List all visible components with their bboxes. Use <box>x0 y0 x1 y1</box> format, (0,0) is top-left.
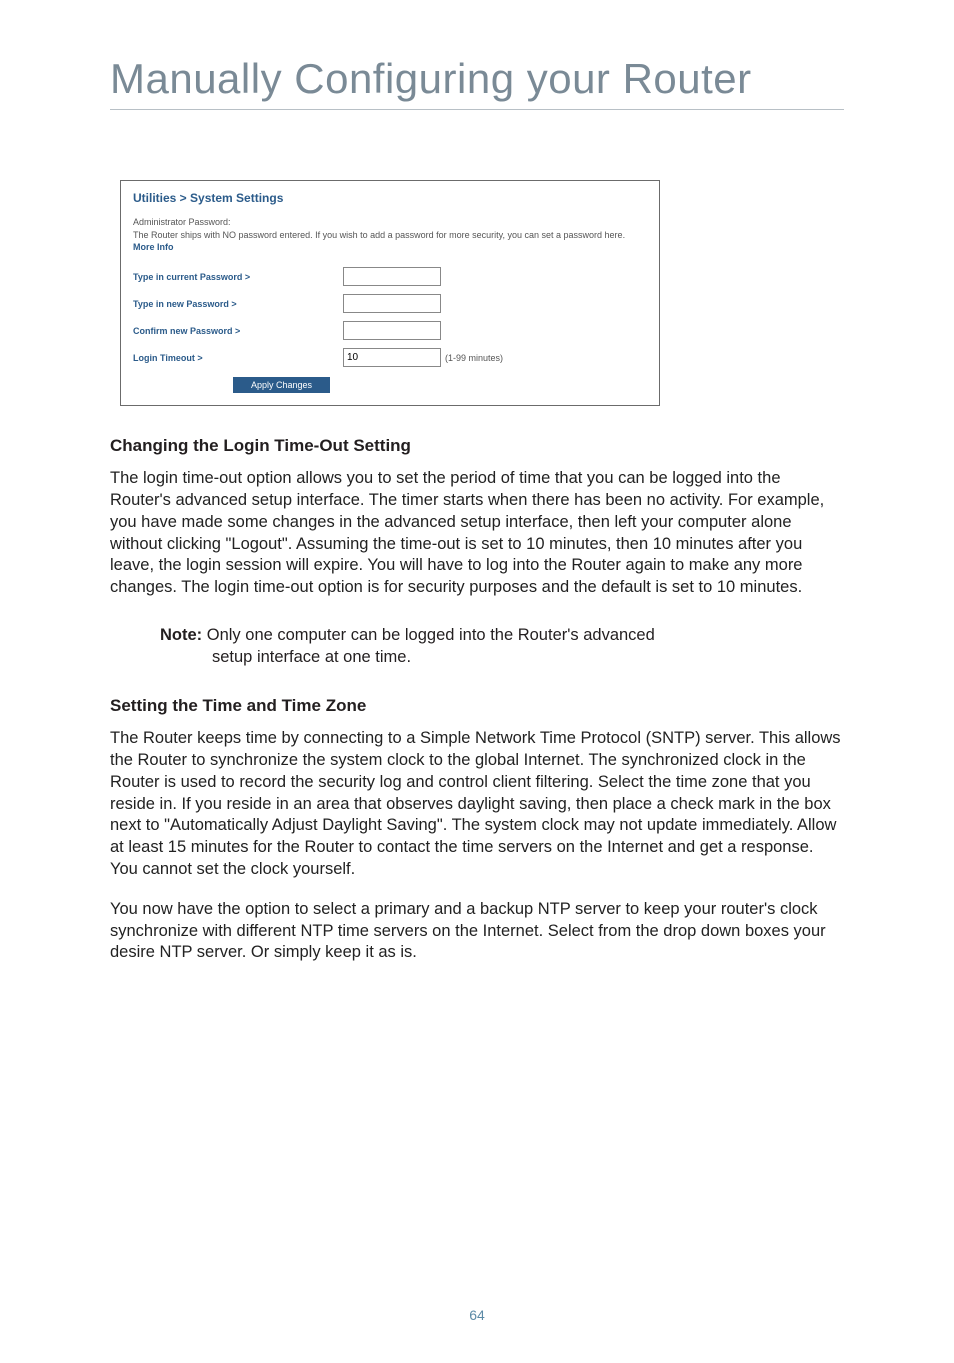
apply-changes-button[interactable]: Apply Changes <box>233 377 330 393</box>
timezone-paragraph-1: The Router keeps time by connecting to a… <box>110 728 844 880</box>
note-block: Note: Only one computer can be logged in… <box>160 625 844 669</box>
note-text-line2: setup interface at one time. <box>160 647 844 669</box>
current-password-input[interactable] <box>343 267 441 286</box>
confirm-password-input[interactable] <box>343 321 441 340</box>
page-title: Manually Configuring your Router <box>110 55 844 103</box>
apply-row: Apply Changes <box>133 375 647 393</box>
panel-breadcrumb: Utilities > System Settings <box>133 191 647 205</box>
login-timeout-row: Login Timeout > (1-99 minutes) <box>133 348 647 367</box>
login-timeout-suffix: (1-99 minutes) <box>445 353 503 363</box>
system-settings-panel: Utilities > System Settings Administrato… <box>120 180 660 406</box>
new-password-label: Type in new Password > <box>133 299 343 309</box>
new-password-input[interactable] <box>343 294 441 313</box>
current-password-row: Type in current Password > <box>133 267 647 286</box>
note-line-1: Note: Only one computer can be logged in… <box>160 625 844 647</box>
more-info-link[interactable]: More Info <box>133 242 174 252</box>
admin-password-subheader: Administrator Password: <box>133 217 647 227</box>
section-heading-timeout: Changing the Login Time-Out Setting <box>110 436 844 456</box>
title-divider <box>110 109 844 110</box>
note-label: Note: <box>160 626 202 644</box>
section-heading-timezone: Setting the Time and Time Zone <box>110 696 844 716</box>
confirm-password-row: Confirm new Password > <box>133 321 647 340</box>
login-timeout-label: Login Timeout > <box>133 353 343 363</box>
page-number: 64 <box>0 1307 954 1323</box>
admin-password-description: The Router ships with NO password entere… <box>133 229 647 253</box>
timeout-paragraph: The login time-out option allows you to … <box>110 468 844 599</box>
timezone-paragraph-2: You now have the option to select a prim… <box>110 899 844 964</box>
login-timeout-input[interactable] <box>343 348 441 367</box>
page-container: Manually Configuring your Router Utiliti… <box>0 0 954 1363</box>
admin-password-desc-text: The Router ships with NO password entere… <box>133 230 625 240</box>
new-password-row: Type in new Password > <box>133 294 647 313</box>
note-text-line1: Only one computer can be logged into the… <box>202 626 655 644</box>
current-password-label: Type in current Password > <box>133 272 343 282</box>
confirm-password-label: Confirm new Password > <box>133 326 343 336</box>
